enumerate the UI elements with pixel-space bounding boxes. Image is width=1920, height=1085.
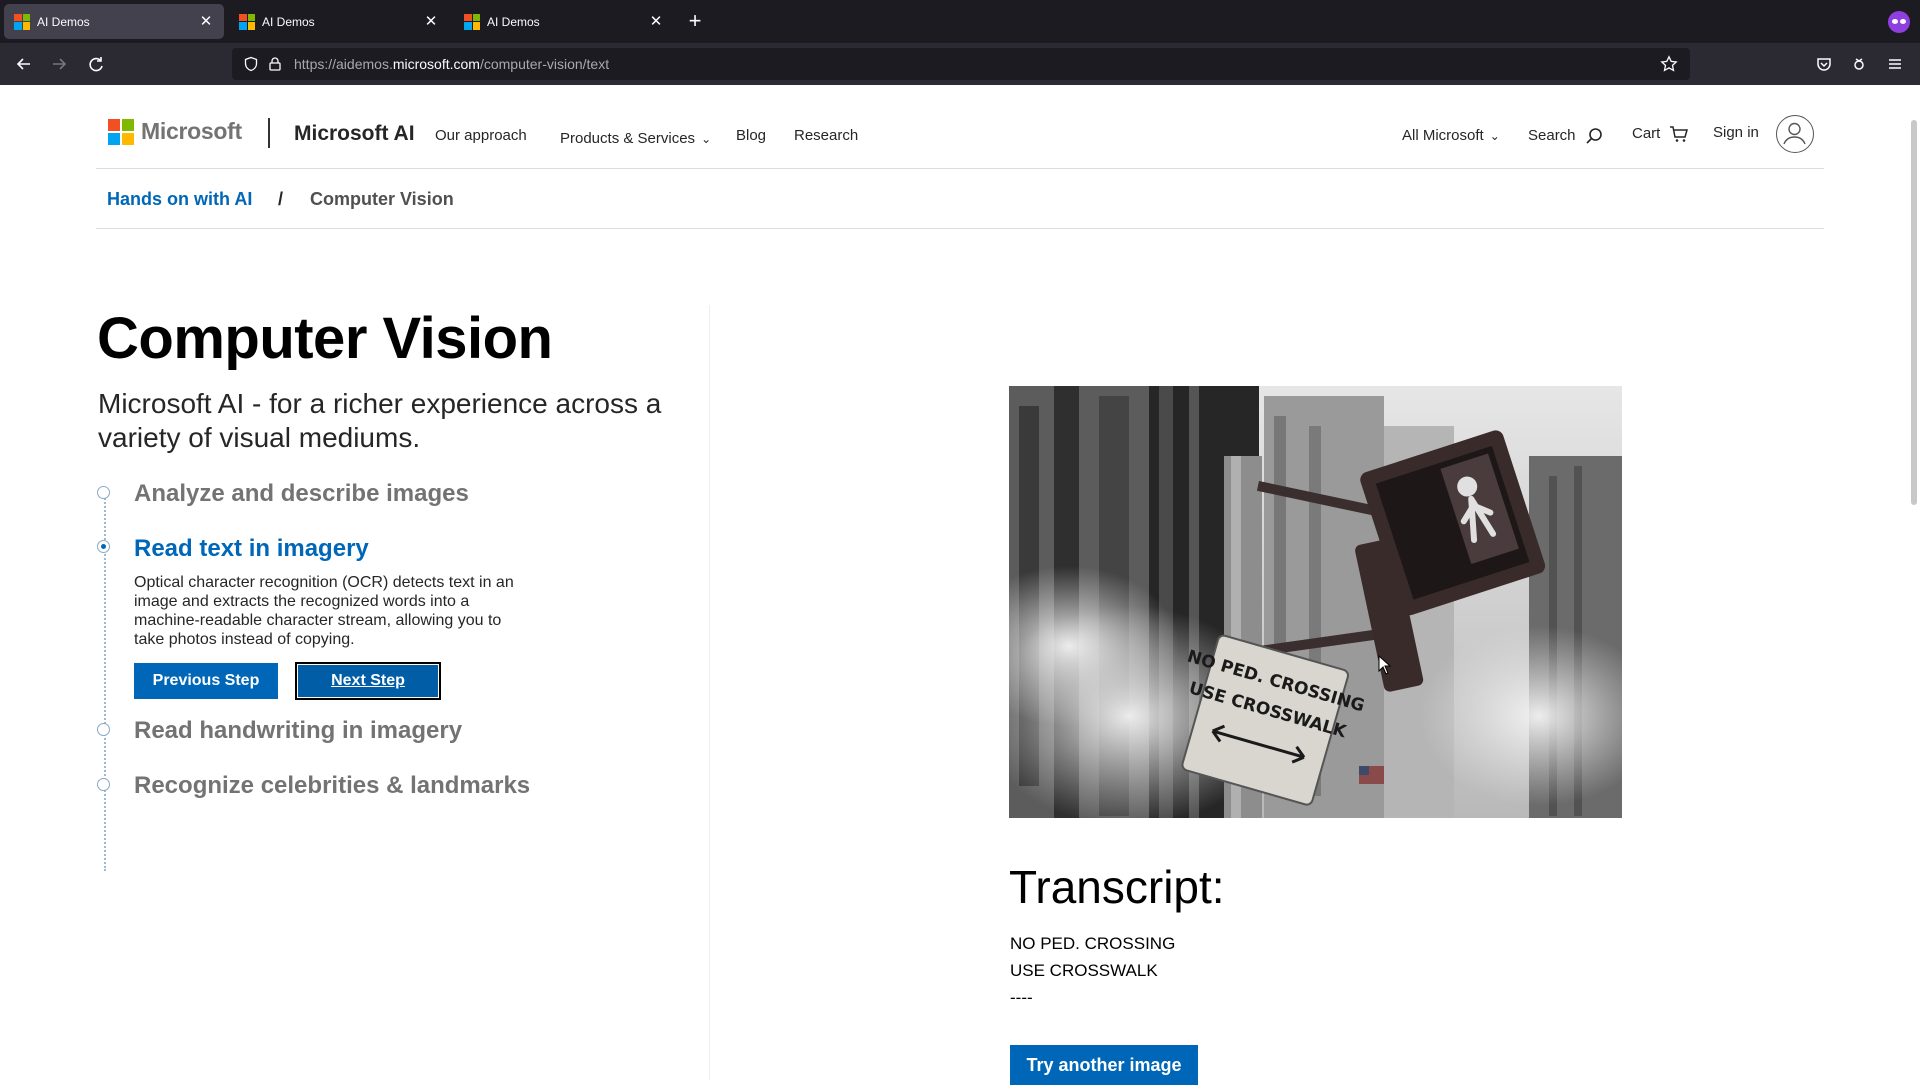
bookmark-star-icon[interactable]: [1660, 55, 1678, 73]
search-button[interactable]: Search: [1528, 126, 1604, 146]
close-tab-icon[interactable]: ✕: [648, 13, 664, 30]
all-microsoft-menu[interactable]: All Microsoft ⌄: [1402, 127, 1500, 144]
next-step-button[interactable]: Next Step: [295, 662, 441, 700]
previous-step-button[interactable]: Previous Step: [134, 663, 278, 699]
step-analyze-images[interactable]: Analyze and describe images: [134, 480, 469, 508]
site-header: Microsoft Microsoft AI Our approach Prod…: [96, 85, 1824, 169]
breadcrumb-hands-on-link[interactable]: Hands on with AI: [107, 189, 252, 210]
microsoft-logo[interactable]: Microsoft: [108, 118, 242, 145]
new-tab-icon[interactable]: +: [684, 10, 706, 32]
browser-tab-1[interactable]: AI Demos ✕: [4, 4, 224, 39]
mouse-cursor-icon: [1378, 655, 1392, 675]
scrollbar[interactable]: [1911, 120, 1917, 505]
breadcrumb-separator: /: [278, 189, 284, 209]
microsoft-favicon-icon: [14, 13, 30, 30]
cart-icon: [1669, 126, 1688, 142]
transcript-heading: Transcript:: [1009, 861, 1225, 913]
reload-icon[interactable]: [85, 53, 107, 75]
transcript-line: NO PED. CROSSING: [1010, 934, 1176, 953]
chevron-down-icon: ⌄: [1489, 129, 1500, 143]
microsoft-favicon-icon: [464, 13, 480, 30]
transcript-line: USE CROSSWALK: [1010, 961, 1158, 980]
breadcrumb-current: Computer Vision: [310, 189, 454, 209]
search-icon: [1586, 128, 1602, 144]
breadcrumb: Hands on with AI / Computer Vision: [96, 169, 1824, 229]
chevron-down-icon: ⌄: [701, 132, 712, 146]
step-marker-active: [97, 540, 110, 553]
tab-title: AI Demos: [487, 14, 540, 29]
menu-hamburger-icon[interactable]: [1884, 53, 1906, 75]
lock-icon[interactable]: [266, 55, 284, 73]
forward-arrow-icon[interactable]: [48, 53, 70, 75]
cart-button[interactable]: Cart: [1632, 124, 1689, 144]
extensions-icon[interactable]: [1848, 53, 1870, 75]
shield-icon[interactable]: [242, 55, 260, 73]
transcript-line: ----: [1010, 988, 1033, 1007]
microsoft-favicon-icon: [239, 13, 255, 30]
browser-toolbar: https://aidemos.microsoft.com/computer-v…: [0, 43, 1920, 85]
step-celebrities-landmarks[interactable]: Recognize celebrities & landmarks: [134, 772, 530, 800]
microsoft-logo-icon: [108, 118, 134, 145]
logo-divider: [268, 118, 270, 148]
sign-in-link[interactable]: Sign in: [1713, 124, 1759, 141]
address-bar[interactable]: https://aidemos.microsoft.com/computer-v…: [232, 48, 1690, 80]
url-text[interactable]: https://aidemos.microsoft.com/computer-v…: [294, 56, 609, 72]
browser-tab-2[interactable]: AI Demos ✕: [229, 4, 449, 39]
nav-blog[interactable]: Blog: [736, 127, 766, 144]
step-description: Optical character recognition (OCR) dete…: [134, 574, 514, 648]
step-read-text[interactable]: Read text in imagery: [134, 535, 369, 563]
nav-our-approach[interactable]: Our approach: [435, 127, 527, 144]
logo-text: Microsoft: [141, 118, 242, 144]
tab-title: AI Demos: [37, 14, 90, 29]
close-tab-icon[interactable]: ✕: [423, 13, 439, 30]
private-mask-icon[interactable]: [1888, 11, 1910, 33]
step-read-handwriting[interactable]: Read handwriting in imagery: [134, 717, 462, 745]
user-avatar-icon[interactable]: [1776, 115, 1814, 153]
tab-title: AI Demos: [262, 14, 315, 29]
page: Microsoft Microsoft AI Our approach Prod…: [0, 85, 1920, 1085]
nav-research[interactable]: Research: [794, 127, 858, 144]
nav-products-services[interactable]: Products & Services ⌄: [560, 130, 711, 147]
page-subtitle: Microsoft AI - for a richer experience a…: [98, 388, 662, 453]
sample-street-sign-photo: NO PED. CROSSING USE CROSSWALK: [1009, 386, 1622, 818]
column-divider: [709, 305, 710, 1080]
browser-tab-bar: AI Demos ✕ AI Demos ✕ AI Demos ✕ +: [0, 0, 1920, 43]
close-tab-icon[interactable]: ✕: [198, 13, 214, 30]
browser-tab-3[interactable]: AI Demos ✕: [454, 4, 674, 39]
try-another-image-button[interactable]: Try another image: [1010, 1045, 1198, 1085]
step-marker: [97, 486, 110, 499]
pocket-icon[interactable]: [1813, 53, 1835, 75]
back-arrow-icon[interactable]: [13, 53, 35, 75]
page-title: Computer Vision: [97, 306, 553, 371]
step-marker: [97, 723, 110, 736]
brand-link[interactable]: Microsoft AI: [294, 122, 415, 146]
step-marker: [97, 778, 110, 791]
